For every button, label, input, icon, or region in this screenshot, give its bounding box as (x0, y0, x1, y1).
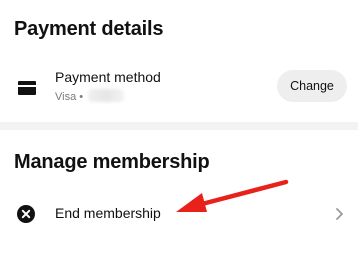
payment-method-card-info: Visa • (55, 91, 84, 103)
manage-membership-heading: Manage membership (14, 151, 210, 173)
credit-card-icon (18, 81, 36, 95)
payment-method-label: Payment method (55, 69, 161, 85)
close-circle-icon (17, 205, 35, 223)
section-divider (0, 122, 358, 130)
chevron-right-icon (336, 208, 343, 220)
membership-settings-page: Payment details Payment method Visa • Ch… (0, 0, 358, 267)
end-membership-row[interactable]: End membership (0, 196, 358, 232)
payment-details-heading: Payment details (14, 18, 164, 40)
end-membership-label: End membership (55, 205, 161, 221)
redacted-card-number (88, 89, 124, 102)
change-payment-button[interactable]: Change (277, 70, 347, 102)
